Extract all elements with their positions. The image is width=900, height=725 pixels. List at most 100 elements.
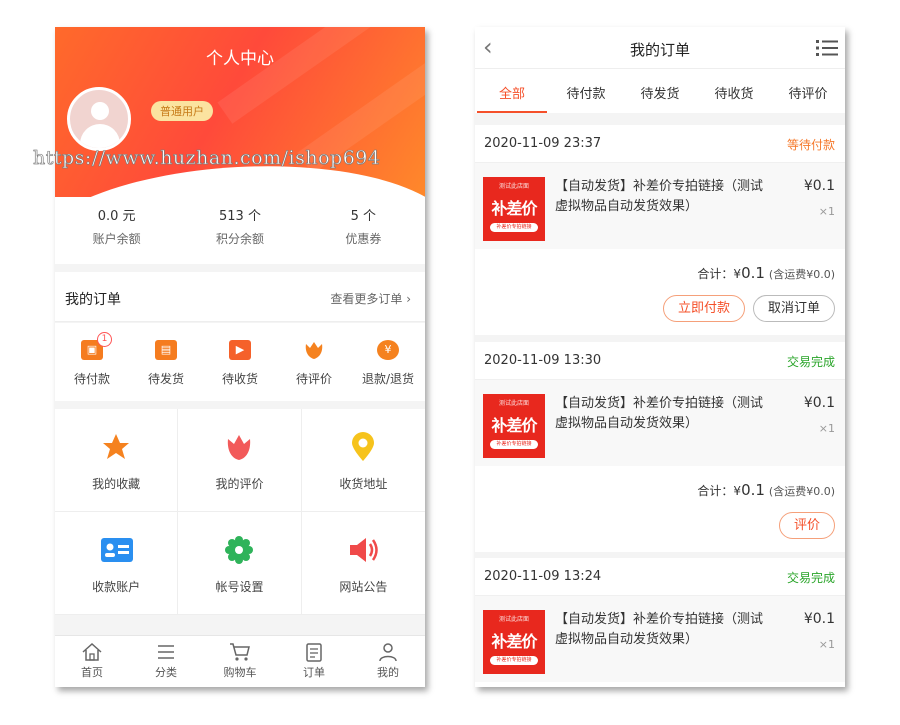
shortcut-refund[interactable]: ¥ 退款/退货 <box>351 323 425 401</box>
product-price: ¥0.1 <box>803 611 835 627</box>
page-title: 我的订单 <box>629 41 690 59</box>
thumb-caption: 测试此店面 <box>498 616 529 623</box>
product-qty: ×1 <box>818 638 835 651</box>
order-card: 2020-11-09 13:24 交易完成 测试此店面 补差价 补差价专拍链接 … <box>475 558 845 687</box>
my-orders-header: 我的订单 查看更多订单 › <box>55 272 425 322</box>
order-total: 合计：¥0.1 (含运费¥0.0) <box>697 481 835 499</box>
tab-mine[interactable]: 我的 <box>351 636 425 687</box>
grid-label: 收货地址 <box>339 477 388 491</box>
grid-item-payout-account[interactable]: 收款账户 <box>55 512 179 615</box>
order-header: 2020-11-09 13:24 交易完成 <box>475 558 845 596</box>
order-card: 2020-11-09 13:30 交易完成 测试此店面 补差价 补差价专拍链接 … <box>475 342 845 552</box>
grid-label: 收款账户 <box>92 580 141 594</box>
grid-item-my-reviews[interactable]: 我的评价 <box>178 409 302 512</box>
order-product[interactable]: 测试此店面 补差价 补差价专拍链接 【自动发货】补差价专拍链接（测试虚拟物品自动… <box>475 380 845 466</box>
shortcut-pending-receipt[interactable]: ▶ 待收货 <box>203 323 277 401</box>
feature-grid: 我的收藏 我的评价 收货地址 收款账户 帐号设置 网站公告 <box>55 409 425 615</box>
order-footer: 合计：¥0.1 (含运费¥0.0) 评价 <box>475 466 845 552</box>
stat-label: 积分余额 <box>215 232 264 246</box>
view-more-orders-link[interactable]: 查看更多订单 › <box>330 290 411 307</box>
product-thumbnail: 测试此店面 补差价 补差价专拍链接 <box>483 177 545 241</box>
avatar-head <box>91 102 109 120</box>
order-actions: 评价 <box>778 512 835 539</box>
tab-cart[interactable]: 购物车 <box>203 636 277 687</box>
order-status-shortcuts: ▣ 1 待付款 ▤ 待发货 ▶ 待收货 待评价 ¥ 退款/退货 <box>55 323 425 401</box>
thumb-caption: 测试此店面 <box>498 400 529 407</box>
product-name: 【自动发货】补差价专拍链接（测试虚拟物品自动发货效果） <box>555 396 764 431</box>
truck-glyph: ▶ <box>235 343 245 356</box>
stat-label: 账户余额 <box>92 232 141 246</box>
shortcut-pending-review[interactable]: 待评价 <box>277 323 351 401</box>
tab-label: 首页 <box>81 666 103 679</box>
shortcut-pending-payment[interactable]: ▣ 1 待付款 <box>55 323 129 401</box>
count-badge: 1 <box>97 332 112 347</box>
grid-label: 帐号设置 <box>215 580 264 594</box>
tab-orders[interactable]: 订单 <box>277 636 351 687</box>
bottom-tab-bar: 首页 分类 购物车 订单 我的 <box>55 635 425 687</box>
thumb-title: 补差价 <box>491 199 537 218</box>
stat-coupons[interactable]: 5 个 优惠券 <box>302 197 425 264</box>
pay-now-button[interactable]: 立即付款 <box>662 295 745 322</box>
shipping-fee: (含运费¥0.0) <box>768 268 835 281</box>
order-filter-tabs: 全部 待付款 待发货 待收货 待评价 <box>475 69 845 113</box>
grid-item-announcements[interactable]: 网站公告 <box>301 512 425 615</box>
product-qty: ×1 <box>818 205 835 218</box>
tab-pending-shipment[interactable]: 待发货 <box>623 69 697 113</box>
id-card-icon <box>100 534 134 566</box>
tab-home[interactable]: 首页 <box>55 636 129 687</box>
total-amount: 0.1 <box>741 264 765 282</box>
cart-icon <box>230 643 250 661</box>
shortcut-label: 退款/退货 <box>361 372 415 386</box>
tab-pending-receipt[interactable]: 待收货 <box>697 69 771 113</box>
cancel-order-button[interactable]: 取消订单 <box>752 295 835 322</box>
product-price: ¥0.1 <box>803 395 835 411</box>
order-product[interactable]: 测试此店面 补差价 补差价专拍链接 【自动发货】补差价专拍链接（测试虚拟物品自动… <box>475 596 845 682</box>
total-label: 合计：¥ <box>697 267 742 281</box>
star-icon <box>100 431 132 463</box>
profile-header: 个人中心 普通用户 <box>55 27 425 207</box>
menu-list-icon <box>816 40 838 56</box>
personal-center-screen: 个人中心 普通用户 0.0 元 账户余额 513 个 积分余额 5 个 优惠券 … <box>55 27 425 687</box>
thumb-pill: 补差价专拍链接 <box>490 223 538 232</box>
shortcut-label: 待评价 <box>295 372 332 386</box>
account-stats: 0.0 元 账户余额 513 个 积分余额 5 个 优惠券 <box>55 197 425 264</box>
product-thumbnail: 测试此店面 补差价 补差价专拍链接 <box>483 610 545 674</box>
user-level-badge: 普通用户 <box>151 101 213 121</box>
stat-value: 0.0 元 <box>97 209 136 224</box>
box-icon: ▤ <box>155 340 177 360</box>
stat-value: 5 个 <box>350 209 377 224</box>
order-date: 2020-11-09 13:30 <box>484 353 602 368</box>
order-card: 2020-11-09 23:37 等待付款 测试此店面 补差价 补差价专拍链接 … <box>475 125 845 335</box>
order-status: 交易完成 <box>786 571 835 585</box>
flower-icon <box>303 340 325 360</box>
shortcut-pending-shipment[interactable]: ▤ 待发货 <box>129 323 203 401</box>
stat-value: 513 个 <box>219 209 261 224</box>
tab-pending-payment[interactable]: 待付款 <box>549 69 623 113</box>
grid-item-favorites[interactable]: 我的收藏 <box>55 409 179 512</box>
thumb-title: 补差价 <box>491 632 537 651</box>
stat-points[interactable]: 513 个 积分余额 <box>178 197 301 264</box>
product-thumbnail: 测试此店面 补差价 补差价专拍链接 <box>483 394 545 458</box>
list-icon <box>158 645 174 659</box>
tab-all[interactable]: 全部 <box>475 69 549 113</box>
avatar[interactable] <box>67 87 131 151</box>
order-header: 2020-11-09 13:30 交易完成 <box>475 342 845 380</box>
menu-button[interactable] <box>815 39 839 61</box>
tulip-icon <box>223 431 255 463</box>
grid-item-address[interactable]: 收货地址 <box>301 409 425 512</box>
shortcut-label: 待付款 <box>73 372 110 386</box>
review-button[interactable]: 评价 <box>778 512 835 539</box>
total-amount: 0.1 <box>741 481 765 499</box>
grid-label: 网站公告 <box>339 580 388 594</box>
tab-label: 购物车 <box>223 666 257 679</box>
order-footer: 合计：¥0.1 (含运费¥0.0) 立即付款 取消订单 <box>475 249 845 335</box>
tab-pending-review[interactable]: 待评价 <box>771 69 845 113</box>
wallet-icon: ▣ 1 <box>81 332 112 360</box>
stat-balance[interactable]: 0.0 元 账户余额 <box>55 197 178 264</box>
tab-label: 订单 <box>303 666 325 679</box>
order-product[interactable]: 测试此店面 补差价 补差价专拍链接 【自动发货】补差价专拍链接（测试虚拟物品自动… <box>475 163 845 249</box>
tab-category[interactable]: 分类 <box>129 636 203 687</box>
watermark-text: https://www.huzhan.com/ishop694 <box>33 147 381 170</box>
grid-item-account-settings[interactable]: 帐号设置 <box>178 512 302 615</box>
box-glyph: ▤ <box>160 343 172 356</box>
